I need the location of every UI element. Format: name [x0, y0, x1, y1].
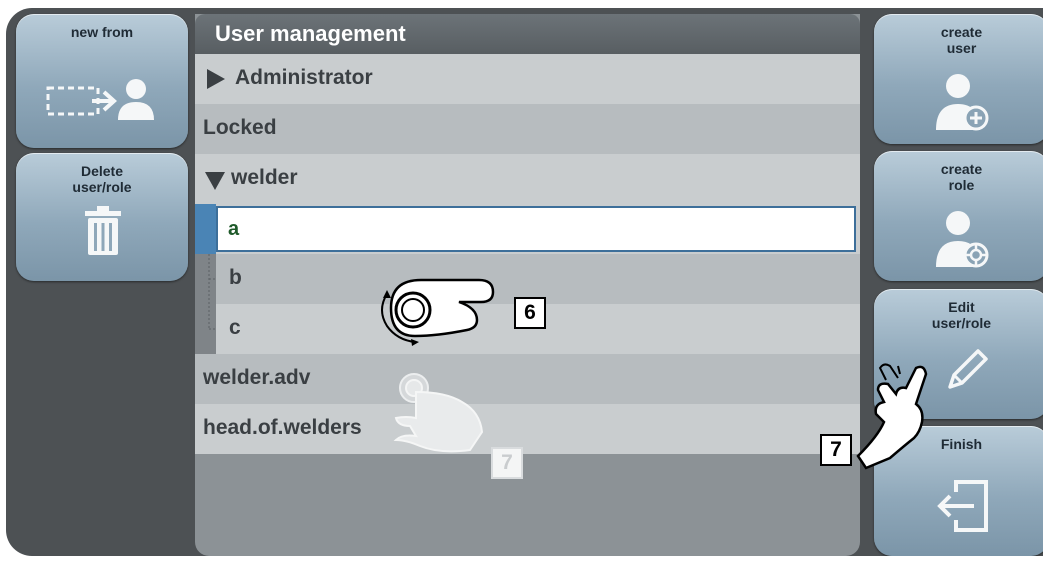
create-role-label: create role: [940, 161, 983, 193]
trash-icon: [85, 206, 121, 255]
copy-user-icon: [46, 79, 154, 120]
tap-hand-icon-faint: [393, 373, 484, 453]
add-role-icon: [936, 211, 989, 268]
expand-arrow-icon[interactable]: [207, 69, 225, 89]
pencil-icon: [948, 349, 988, 389]
list-item-label: Locked: [203, 116, 277, 139]
edit-label: Edit user/role: [931, 299, 992, 331]
tap-hand-icon: [856, 363, 928, 470]
list-item-administrator[interactable]: Administrator: [195, 54, 860, 104]
device-screen: new from Delete user/role User managemen…: [6, 8, 1043, 556]
callout-knob: 6: [514, 297, 546, 329]
list-item-label: a: [228, 218, 240, 240]
delete-label: Delete user/role: [72, 163, 132, 195]
exit-icon: [937, 480, 988, 532]
create-user-label: create user: [940, 24, 983, 56]
create-user-button[interactable]: create user: [874, 14, 1043, 144]
callout-tap-list: 7: [491, 447, 523, 479]
list-item-label: head.of.welders: [203, 416, 362, 439]
list-item-label: c: [229, 316, 241, 339]
list-item-label: Administrator: [235, 66, 373, 89]
add-user-icon: [936, 74, 989, 131]
new-from-button[interactable]: new from: [16, 14, 188, 148]
list-item-welder[interactable]: welder: [195, 154, 860, 204]
tree-indent-bar: [195, 204, 216, 354]
new-from-label: new from: [70, 24, 134, 40]
tree-lines: [208, 254, 216, 330]
list-item-label: b: [229, 266, 242, 289]
list-item-welder-adv[interactable]: welder.adv: [195, 354, 860, 404]
list-item-locked[interactable]: Locked: [195, 104, 860, 154]
list-item-a-selected[interactable]: a: [216, 206, 856, 252]
callout-tap-edit: 7: [820, 434, 852, 466]
collapse-arrow-icon[interactable]: [205, 172, 225, 190]
panel-title: User management: [215, 21, 406, 46]
list-item-label: welder.adv: [203, 366, 311, 389]
delete-user-role-button[interactable]: Delete user/role: [16, 153, 188, 281]
list-item-head-of-welders[interactable]: head.of.welders: [195, 404, 860, 454]
user-management-panel: User management Administrator Locked wel…: [195, 14, 860, 556]
create-role-button[interactable]: create role: [874, 151, 1043, 281]
turn-knob-hand-icon: [381, 278, 495, 346]
list-item-label: welder: [231, 166, 298, 189]
panel-title-bar: User management: [195, 14, 860, 54]
